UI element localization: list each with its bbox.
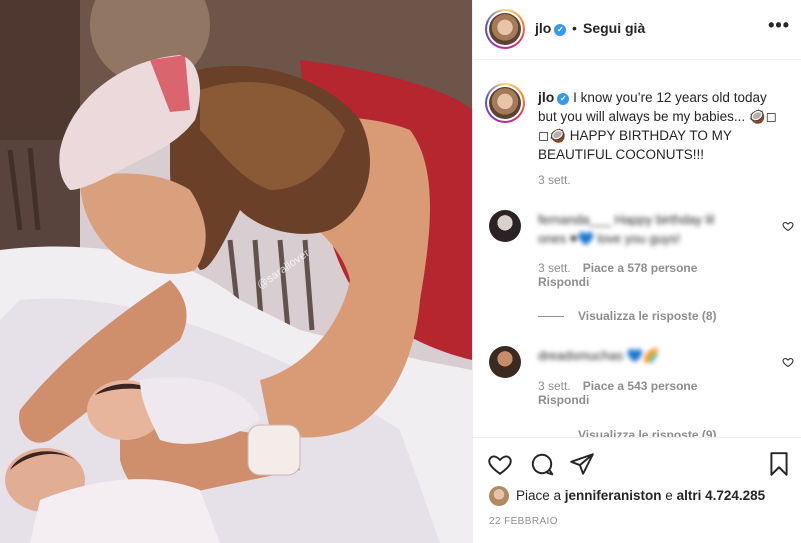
comment-text-blurred: fernanda___ Happy birthday lil ones ♥💙 l… [538, 212, 715, 246]
photo-illustration [0, 0, 472, 543]
comment-meta: 3 sett. Piace a 578 persone [538, 261, 697, 275]
verified-badge-icon: ✓ [557, 93, 570, 105]
caption: jlo ✓ I know you’re 12 years old today bu… [538, 88, 788, 164]
caption-avatar[interactable] [485, 83, 525, 123]
caption-timestamp: 3 sett. [538, 173, 571, 187]
more-options-icon[interactable]: ••• [768, 15, 790, 36]
verified-badge-icon: ✓ [554, 24, 567, 36]
post-photo[interactable]: @sarallover [0, 0, 472, 543]
comment-timestamp: 3 sett. [538, 379, 571, 393]
view-replies-button[interactable]: Visualizza le risposte (8) [578, 309, 717, 323]
reply-button[interactable]: Rispondi [538, 275, 589, 289]
post-sidebar: jlo ✓ • Segui già ••• jlo ✓ I know you’re … [472, 0, 801, 543]
comment-like-heart-icon[interactable] [782, 356, 794, 368]
post-header: jlo ✓ • Segui già ••• [473, 0, 801, 60]
comment-meta: 3 sett. Piace a 543 persone [538, 379, 697, 393]
comment-likes[interactable]: Piace a 543 persone [583, 379, 698, 393]
following-button[interactable]: Segui già [583, 20, 645, 36]
comment-likes[interactable]: Piace a 578 persone [583, 261, 698, 275]
header-username[interactable]: jlo ✓ [535, 20, 567, 36]
liker-avatar[interactable] [489, 486, 509, 506]
post-date[interactable]: 22 FEBBRAIO [489, 516, 558, 527]
liker-username[interactable]: jenniferaniston [565, 488, 662, 503]
likes-others-count[interactable]: altri 4.724.285 [677, 488, 766, 503]
caption-username[interactable]: jlo ✓ [538, 89, 570, 105]
reply-button[interactable]: Rispondi [538, 393, 589, 407]
comment-timestamp: 3 sett. [538, 261, 571, 275]
share-paper-plane-icon[interactable] [569, 451, 595, 477]
post-actions: Piace a jenniferaniston e altri 4.724.28… [473, 437, 801, 543]
replies-divider [538, 316, 564, 317]
likes-summary: Piace a jenniferaniston e altri 4.724.28… [516, 488, 765, 503]
like-heart-icon[interactable] [487, 451, 513, 477]
likes-prefix: Piace a [516, 488, 565, 503]
header-avatar[interactable] [485, 9, 525, 49]
view-replies-button[interactable]: Visualizza le risposte (9) [578, 428, 717, 437]
comment-text-blurred: dreadsmuchas 💙🌈 [538, 348, 660, 363]
likes-middle: e [661, 488, 677, 503]
caption-text: I know you’re 12 years old today but you… [538, 90, 777, 162]
comment-avatar[interactable] [489, 210, 521, 242]
comments-area[interactable]: jlo ✓ I know you’re 12 years old today bu… [473, 60, 801, 437]
comment-bubble-icon[interactable] [529, 451, 555, 477]
header-separator-dot: • [572, 20, 577, 36]
save-bookmark-icon[interactable] [766, 451, 792, 477]
comment-like-heart-icon[interactable] [782, 220, 794, 232]
comment-avatar[interactable] [489, 346, 521, 378]
